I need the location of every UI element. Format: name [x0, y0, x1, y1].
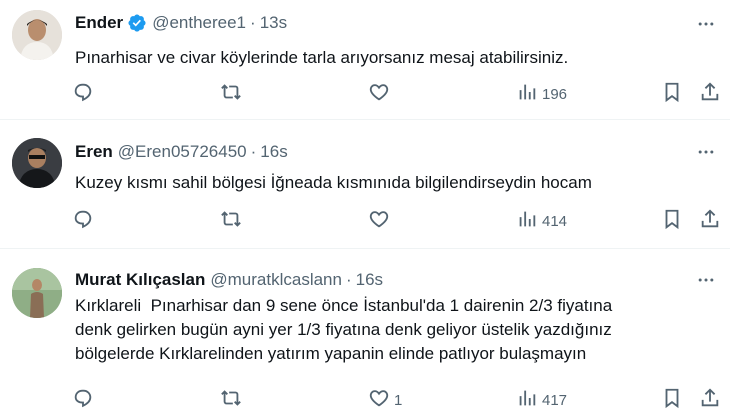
tweet-header: Eren @Eren05726450 · 16s: [75, 140, 288, 164]
separator-dot: ·: [250, 142, 257, 161]
views-button[interactable]: 414: [516, 209, 567, 233]
reply-icon: [72, 387, 94, 413]
retweet-icon: [220, 208, 242, 234]
author-name[interactable]: Eren: [75, 142, 113, 162]
share-icon: [699, 387, 721, 413]
like-button[interactable]: 1: [368, 388, 402, 412]
action-bar: 414: [72, 209, 722, 233]
view-count: 414: [542, 212, 568, 230]
more-icon[interactable]: [694, 12, 718, 36]
author-name[interactable]: Ender: [75, 13, 123, 33]
share-icon: [699, 208, 721, 234]
tweet-header: Ender @entheree1 · 13s: [75, 11, 287, 35]
action-bar: 1 417: [72, 388, 722, 412]
tweet-text: Kuzey kısmı sahil bölgesi İğneada kısmın…: [75, 173, 592, 192]
bookmark-icon: [661, 208, 683, 234]
like-button[interactable]: [368, 209, 394, 233]
bookmark-button[interactable]: [661, 388, 683, 412]
action-bar: 196: [72, 82, 722, 106]
tweet-card[interactable]: Murat Kılıçaslan @muratklcaslann · 16s K…: [0, 250, 730, 420]
bookmark-button[interactable]: [661, 209, 683, 233]
verified-badge-icon: [127, 13, 147, 33]
bookmark-button[interactable]: [661, 82, 683, 106]
bookmark-icon: [661, 81, 683, 107]
retweet-button[interactable]: [220, 82, 242, 106]
share-button[interactable]: [699, 82, 721, 106]
author-handle[interactable]: @Eren05726450: [118, 142, 247, 162]
like-count: 1: [394, 391, 403, 409]
like-icon: [368, 208, 390, 234]
timestamp[interactable]: 13s: [260, 13, 287, 33]
like-button[interactable]: [368, 82, 394, 106]
retweet-button[interactable]: [220, 388, 242, 412]
author-handle[interactable]: @entheree1: [152, 13, 246, 33]
author-handle[interactable]: @muratklcaslann: [210, 270, 342, 290]
more-icon[interactable]: [694, 140, 718, 164]
author-name[interactable]: Murat Kılıçaslan: [75, 270, 205, 290]
avatar[interactable]: [12, 138, 62, 188]
tweet-card[interactable]: Eren @Eren05726450 · 16s Kuzey kısmı sah…: [0, 121, 730, 249]
view-count: 196: [542, 85, 568, 103]
retweet-button[interactable]: [220, 209, 242, 233]
more-icon[interactable]: [694, 268, 718, 292]
views-icon: [516, 208, 538, 234]
retweet-icon: [220, 387, 242, 413]
avatar[interactable]: [12, 268, 62, 318]
timestamp[interactable]: 16s: [356, 270, 383, 290]
views-icon: [516, 81, 538, 107]
reply-icon: [72, 208, 94, 234]
view-count: 417: [542, 391, 568, 409]
like-icon: [368, 387, 390, 413]
reply-button[interactable]: [72, 82, 94, 106]
views-button[interactable]: 196: [516, 82, 567, 106]
tweet-card[interactable]: Ender @entheree1 · 13s Pınarhisar ve civ…: [0, 0, 730, 120]
retweet-icon: [220, 81, 242, 107]
avatar[interactable]: [12, 10, 62, 60]
share-button[interactable]: [699, 209, 721, 233]
separator-dot: ·: [345, 270, 352, 289]
reply-button[interactable]: [72, 209, 94, 233]
share-button[interactable]: [699, 388, 721, 412]
tweet-text: Pınarhisar ve civar köylerinde tarla arı…: [75, 48, 569, 67]
like-icon: [368, 81, 390, 107]
timestamp[interactable]: 16s: [260, 142, 287, 162]
reply-icon: [72, 81, 94, 107]
share-icon: [699, 81, 721, 107]
views-button[interactable]: 417: [516, 388, 567, 412]
bookmark-icon: [661, 387, 683, 413]
tweet-text: Kırklareli Pınarhisar dan 9 sene önce İs…: [75, 296, 613, 363]
tweet-header: Murat Kılıçaslan @muratklcaslann · 16s: [75, 268, 383, 292]
separator-dot: ·: [250, 13, 256, 32]
reply-button[interactable]: [72, 388, 94, 412]
views-icon: [516, 387, 538, 413]
